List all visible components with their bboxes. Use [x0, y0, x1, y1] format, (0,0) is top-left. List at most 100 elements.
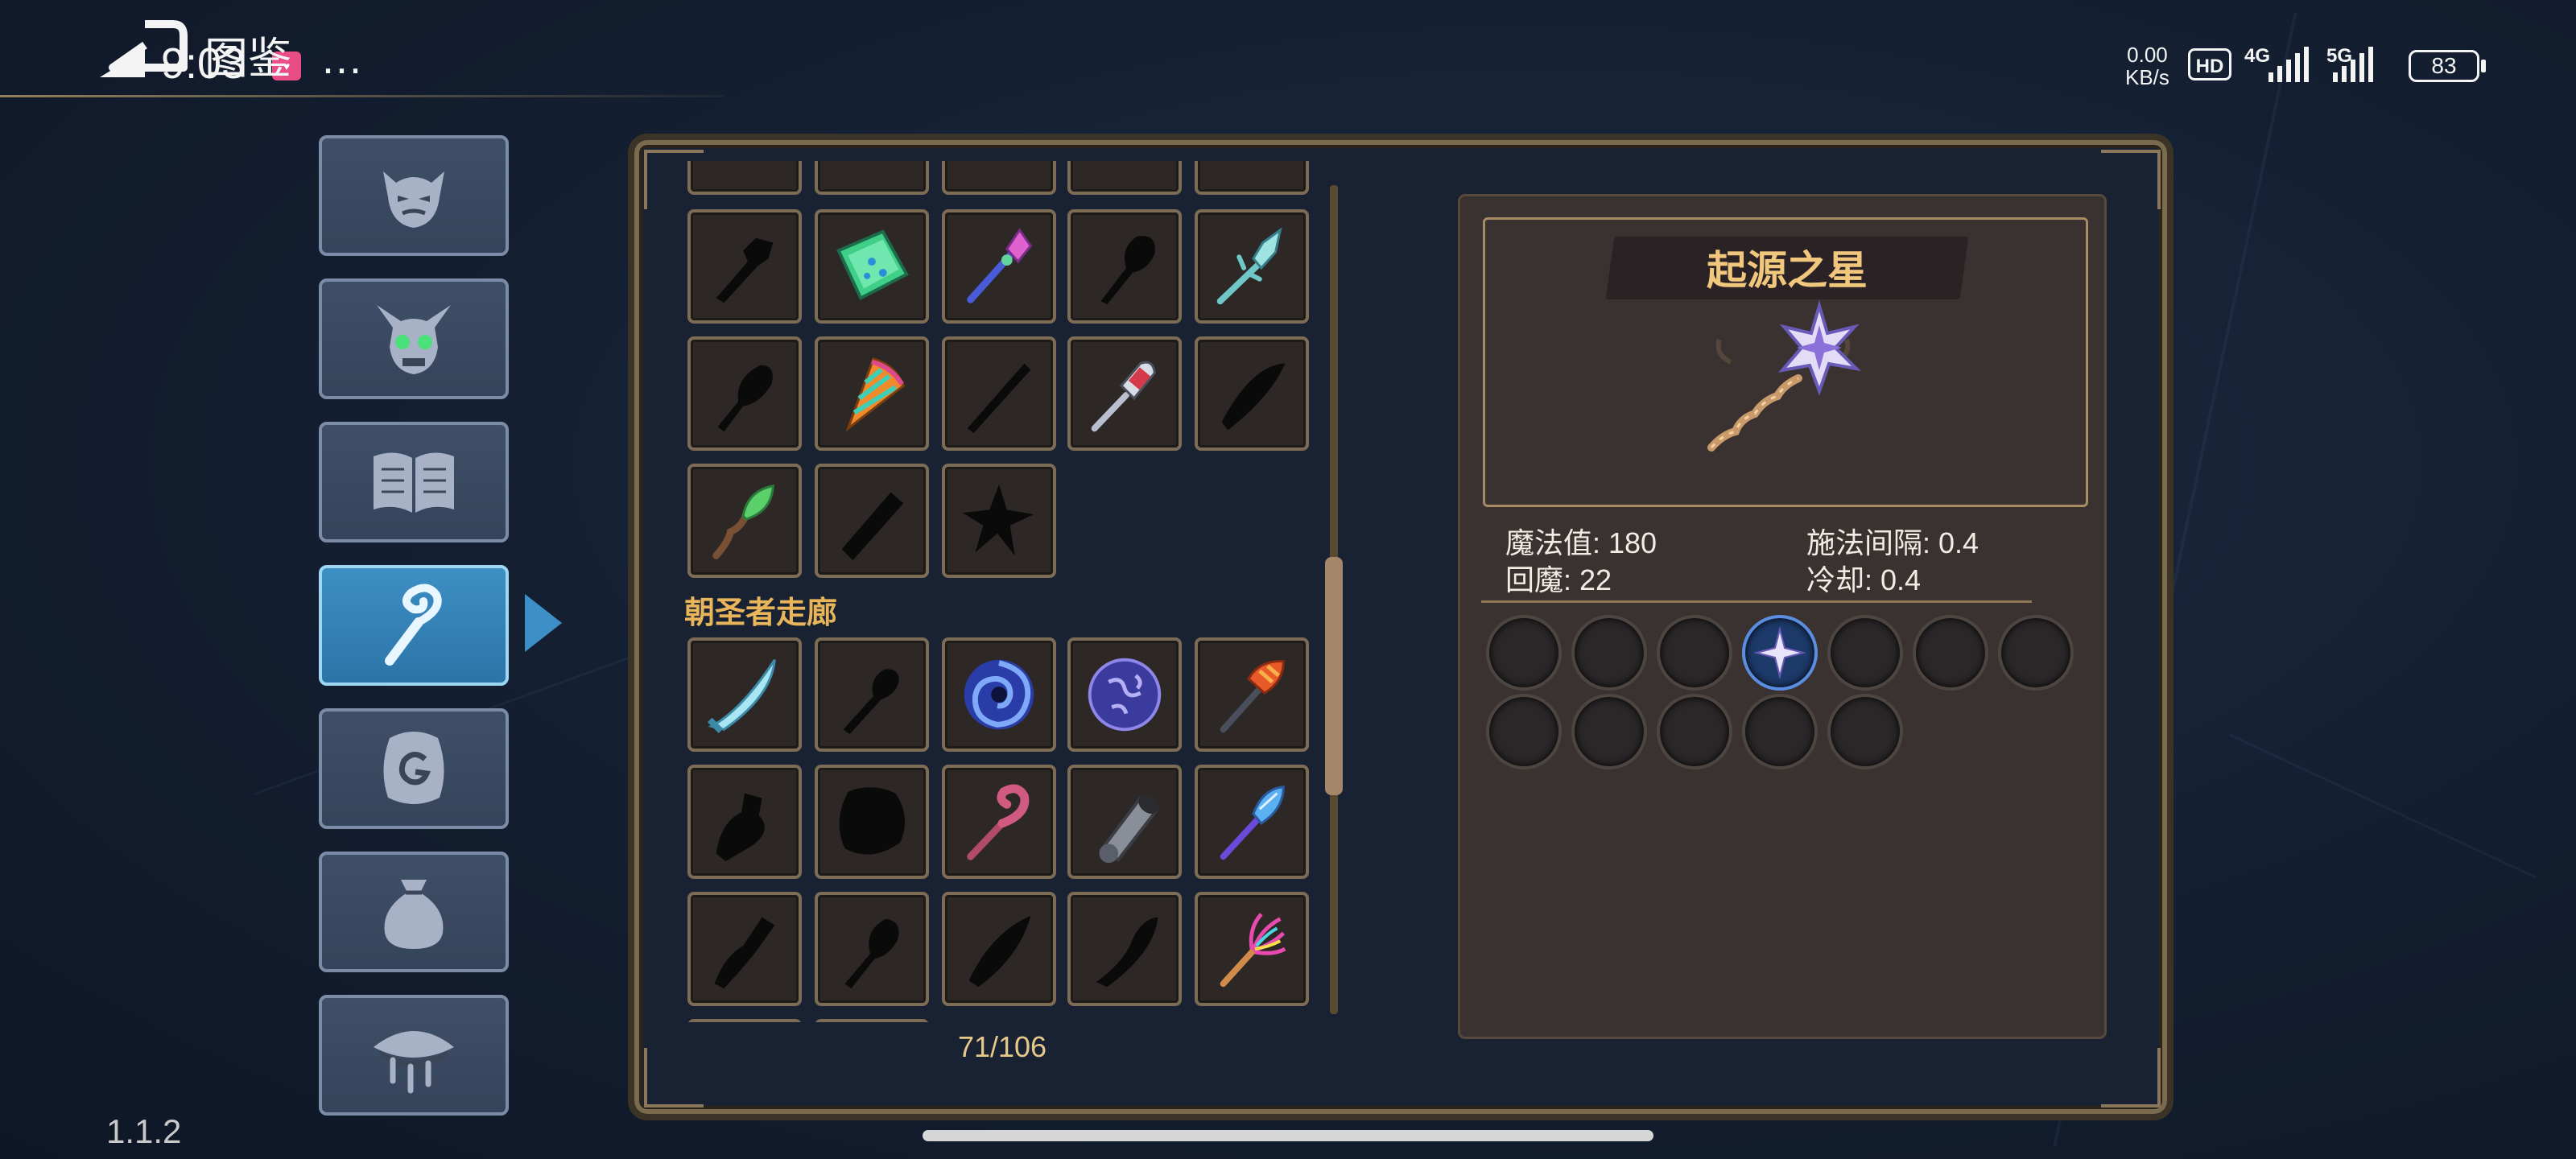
item-slot[interactable]: [815, 1019, 929, 1022]
pouch-icon: [384, 880, 444, 949]
status-bar: 9:03 ♥ ... 0.00 KB/s HD 4G 5G 83: [0, 0, 2576, 97]
spell-socket[interactable]: [1827, 615, 1903, 691]
spell-socket[interactable]: [1913, 615, 1988, 691]
rune-hand-icon: [383, 732, 444, 804]
back-arrow-icon: [100, 20, 188, 77]
crimson-crook-icon: [967, 784, 1030, 860]
item-slot[interactable]: [1195, 637, 1309, 752]
item-slot-locked[interactable]: [1195, 336, 1309, 451]
prism-branch-staff-icon: [1220, 913, 1286, 988]
locked-silhouette-icon: [717, 365, 773, 432]
tab-staffs[interactable]: [319, 565, 509, 686]
header-divider: [0, 95, 724, 97]
amethyst-staff-icon: [967, 228, 1033, 303]
item-slot[interactable]: [687, 637, 802, 752]
weeping-eye-icon: [374, 1031, 454, 1094]
home-indicator[interactable]: [923, 1130, 1653, 1141]
stat-mana-regen: 回魔: 22: [1505, 563, 1612, 596]
item-slot-locked[interactable]: [687, 336, 802, 451]
spell-socket-filled[interactable]: [1742, 615, 1818, 691]
locked-silhouette-icon: [716, 237, 774, 303]
item-slot[interactable]: [815, 209, 929, 324]
spell-socket[interactable]: [1571, 615, 1647, 691]
locked-silhouette-icon: [839, 787, 906, 855]
item-slot-locked[interactable]: [1067, 892, 1182, 1006]
item-slot[interactable]: [942, 209, 1056, 324]
spell-socket[interactable]: [1998, 615, 2074, 691]
spell-socket[interactable]: [1742, 694, 1818, 769]
tab-runes[interactable]: [319, 708, 509, 829]
item-slot[interactable]: [942, 637, 1056, 752]
spell-socket[interactable]: [1657, 694, 1732, 769]
section-title: 朝圣者走廊: [684, 596, 838, 630]
item-slot-locked[interactable]: [942, 336, 1056, 451]
item-slot-locked[interactable]: [687, 765, 802, 879]
locked-silhouette-icon: [967, 363, 1031, 434]
spell-socket[interactable]: [1486, 615, 1562, 691]
item-slot[interactable]: [687, 464, 802, 578]
item-slot[interactable]: [942, 765, 1056, 879]
spell-socket[interactable]: [1486, 694, 1562, 769]
item-slot[interactable]: [1067, 336, 1182, 451]
page-title: 图鉴: [204, 35, 291, 83]
locked-silhouette-icon: [844, 918, 899, 989]
locked-silhouette-icon: [962, 484, 1034, 556]
collection-counter: 71/106: [957, 1030, 1047, 1063]
crystal-spear-icon: [1216, 227, 1282, 305]
item-slot-locked[interactable]: [1067, 209, 1182, 324]
tab-items[interactable]: [319, 852, 509, 972]
item-slot-locked[interactable]: [815, 892, 929, 1006]
locked-silhouette-icon: [843, 669, 899, 735]
rune-orb-icon: [1088, 658, 1162, 732]
spell-socket[interactable]: [1657, 615, 1732, 691]
locked-silhouette-icon: [1221, 363, 1286, 431]
spell-socket[interactable]: [1827, 694, 1903, 769]
item-slot[interactable]: [1067, 637, 1182, 752]
stat-mana: 魔法值: 180: [1505, 526, 1657, 559]
leaf-staff-icon: [712, 484, 774, 559]
locked-silhouette-icon: [714, 917, 775, 989]
item-slot[interactable]: [1067, 161, 1182, 195]
feather-wand-icon: [1220, 786, 1285, 860]
item-name: 起源之星: [1707, 248, 1868, 293]
stat-cast-interval: 施法间隔: 0.4: [1806, 526, 1979, 559]
more-notifications-icon: ...: [322, 35, 364, 83]
item-slot-locked[interactable]: [687, 209, 802, 324]
tech-wand-icon: [1091, 361, 1156, 432]
item-slot-locked[interactable]: [815, 464, 929, 578]
tab-monsters[interactable]: [319, 135, 509, 256]
tab-lore[interactable]: [319, 422, 509, 542]
hd-voice-badge: HD: [2188, 48, 2231, 80]
star-spell-icon: [1753, 626, 1806, 679]
spell-socket[interactable]: [1571, 694, 1647, 769]
locked-silhouette-icon: [1100, 236, 1155, 305]
item-slot[interactable]: [687, 161, 802, 195]
item-slot[interactable]: [815, 161, 929, 195]
tab-bosses[interactable]: [319, 278, 509, 399]
origin-star-staff-icon: [1707, 299, 1861, 452]
item-slot[interactable]: [1067, 765, 1182, 879]
item-slot[interactable]: [942, 161, 1056, 195]
item-slot[interactable]: [1195, 209, 1309, 324]
locked-silhouette-icon: [841, 492, 904, 561]
item-slot-locked[interactable]: [815, 637, 929, 752]
party-horn-icon: [845, 357, 906, 432]
scrollbar-thumb[interactable]: [1325, 557, 1343, 795]
item-slot[interactable]: [1195, 161, 1309, 195]
back-button[interactable]: [97, 18, 193, 82]
item-slot[interactable]: [1195, 892, 1309, 1006]
item-slot-locked[interactable]: [687, 892, 802, 1006]
signal-bars-icon: [2268, 47, 2309, 82]
item-slot-locked[interactable]: [942, 464, 1056, 578]
tab-curses[interactable]: [319, 995, 509, 1116]
item-slot[interactable]: [687, 1019, 802, 1022]
item-slot[interactable]: [1195, 765, 1309, 879]
battery-icon: 83: [2409, 50, 2479, 82]
item-slot[interactable]: [815, 336, 929, 451]
locked-silhouette-icon: [1096, 917, 1158, 988]
app-version: 1.1.2: [106, 1112, 182, 1150]
item-slot-locked[interactable]: [815, 765, 929, 879]
open-book-icon: [374, 452, 454, 513]
item-slot-locked[interactable]: [942, 892, 1056, 1006]
cannon-icon: [1098, 794, 1159, 864]
